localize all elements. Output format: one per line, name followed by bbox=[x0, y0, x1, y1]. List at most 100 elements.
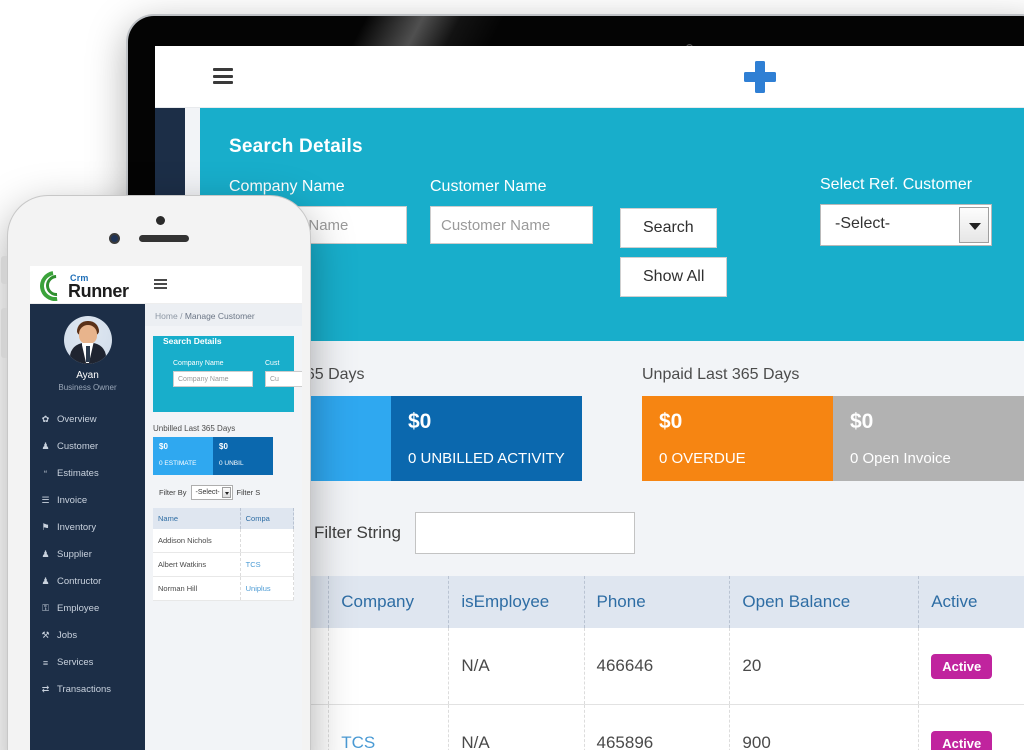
table-header-row: Name Company isEmployee Phone Open Balan… bbox=[200, 576, 1024, 628]
ref-customer-select[interactable]: -Select- bbox=[820, 204, 992, 246]
phone-filter-string-label: Filter S bbox=[236, 488, 261, 497]
phone-filter-by-select[interactable]: -Select- bbox=[190, 485, 233, 500]
screenshot-stage: Search Details Company Name Company Name… bbox=[0, 0, 1024, 750]
customer-name-label: Customer Name bbox=[430, 178, 547, 195]
exchange-icon: ⇄ bbox=[41, 684, 50, 694]
phone-search-title: Search Details bbox=[163, 336, 222, 346]
ref-customer-value: -Select- bbox=[835, 215, 891, 232]
phone-nav-list: ✿ Overview ♟ Customer “ Estimates ☰ Invo… bbox=[30, 406, 145, 703]
show-all-button[interactable]: Show All bbox=[620, 257, 728, 297]
dashboard-icon: ✿ bbox=[41, 414, 50, 424]
sidebar-item-customer[interactable]: ♟ Customer bbox=[30, 433, 145, 460]
sidebar-item-label: Transactions bbox=[57, 684, 112, 695]
lock-icon: ⚿ bbox=[42, 603, 49, 613]
stat-card-unbilled-activity[interactable]: $0 0 UNBILLED ACTIVITY bbox=[391, 396, 582, 481]
phone-screen: Crm Runner Ayan Business Owner ✿ Overvie… bbox=[30, 266, 302, 750]
quote-icon: “ bbox=[44, 468, 47, 479]
cell-company bbox=[328, 628, 450, 705]
phone-stats-title: Unbilled Last 365 Days bbox=[153, 424, 236, 433]
cell-isemployee: N/A bbox=[448, 704, 585, 750]
sidebar-item-employee[interactable]: ⚿ Employee bbox=[30, 595, 145, 622]
company-name-label: Company Name bbox=[229, 178, 345, 195]
stat-amount: $0 bbox=[219, 442, 228, 451]
hamburger-icon[interactable] bbox=[154, 279, 167, 289]
stat-amount: $0 bbox=[159, 442, 168, 451]
sidebar-item-supplier[interactable]: ♟ Supplier bbox=[30, 541, 145, 568]
stat-amount: $0 bbox=[850, 410, 874, 433]
breadcrumb-separator: / bbox=[180, 311, 183, 321]
logo-runner-text: Runner bbox=[68, 281, 129, 301]
phone-customer-input[interactable]: Cu bbox=[265, 371, 302, 387]
sidebar-item-overview[interactable]: ✿ Overview bbox=[30, 406, 145, 433]
avatar-tie bbox=[85, 346, 90, 362]
sidebar-item-contructor[interactable]: ♟ Contructor bbox=[30, 568, 145, 595]
hamburger-icon[interactable] bbox=[213, 68, 233, 84]
table-row[interactable]: Addison Nichols N/A 466646 20 Active bbox=[200, 628, 1024, 705]
stat-label: 0 UNBILLED ACTIVITY bbox=[408, 450, 565, 467]
phone-main-content: Home / Manage Customer Search Details Co… bbox=[145, 304, 302, 750]
status-badge[interactable]: Active bbox=[931, 730, 993, 750]
phone-column-header-name[interactable]: Name bbox=[153, 508, 241, 529]
search-button[interactable]: Search bbox=[620, 208, 717, 248]
cell-open-balance: 900 bbox=[729, 704, 920, 750]
status-badge[interactable]: Active bbox=[931, 653, 993, 679]
phone-customer-field-group: Cust Cu bbox=[265, 360, 302, 387]
stat-label: 0 UNBIL bbox=[219, 460, 244, 467]
phone-company-input[interactable]: Company Name bbox=[173, 371, 253, 387]
stat-card-open-invoice[interactable]: $0 0 Open Invoice bbox=[833, 396, 1024, 481]
sidebar-item-services[interactable]: ≡ Services bbox=[30, 649, 145, 676]
tablet-app-bar bbox=[155, 46, 1024, 108]
cell-active: Active bbox=[918, 704, 1024, 750]
column-header-phone[interactable]: Phone bbox=[584, 576, 731, 628]
stats-section: Unbilled Last 365 Days $0 0 ESTIMATE $0 … bbox=[200, 366, 1024, 481]
phone-filter-by-value: -Select- bbox=[195, 489, 220, 496]
chevron-down-icon[interactable] bbox=[959, 207, 989, 243]
phone-camera bbox=[109, 233, 120, 244]
stat-label: 0 ESTIMATE bbox=[159, 460, 197, 467]
sidebar-item-inventory[interactable]: ⚑ Inventory bbox=[30, 514, 145, 541]
phone-table-row[interactable]: Albert Watkins TCS bbox=[153, 552, 295, 577]
phone-filter-by-label: Filter By bbox=[159, 488, 187, 497]
user-name: Ayan bbox=[76, 370, 99, 381]
phone-filter-row: Filter By -Select- Filter S bbox=[159, 485, 302, 500]
stat-card-overdue[interactable]: $0 0 OVERDUE bbox=[642, 396, 833, 481]
chevron-down-icon[interactable] bbox=[221, 487, 231, 498]
breadcrumb-home[interactable]: Home bbox=[155, 311, 178, 321]
phone-stat-card-estimate[interactable]: $0 0 ESTIMATE bbox=[153, 437, 213, 475]
sidebar-item-label: Jobs bbox=[57, 630, 78, 641]
phone-column-header-company[interactable]: Compa bbox=[240, 508, 295, 529]
phone-search-details-panel: Search Details Company Name Company Name… bbox=[153, 336, 302, 412]
table-row[interactable]: Albert Watkins TCS N/A 465896 900 Active bbox=[200, 704, 1024, 750]
plus-icon[interactable] bbox=[743, 60, 777, 94]
sidebar-item-estimates[interactable]: “ Estimates bbox=[30, 460, 145, 487]
search-buttons-group: Search Show All bbox=[620, 208, 728, 297]
phone-stat-card-unbilled[interactable]: $0 0 UNBIL bbox=[213, 437, 273, 475]
column-header-company[interactable]: Company bbox=[328, 576, 450, 628]
phone-company-label: Company Name bbox=[173, 360, 224, 367]
user-icon: ♟ bbox=[41, 576, 50, 586]
phone-table-row[interactable]: Addison Nichols bbox=[153, 529, 295, 553]
sidebar-item-label: Overview bbox=[57, 414, 97, 425]
customer-name-input[interactable]: Customer Name bbox=[430, 206, 593, 244]
sidebar-item-invoice[interactable]: ☰ Invoice bbox=[30, 487, 145, 514]
phone-cell-name: Albert Watkins bbox=[153, 552, 241, 577]
filter-string-input[interactable] bbox=[414, 512, 635, 554]
stat-amount: $0 bbox=[659, 410, 683, 433]
phone-customer-table: Name Compa Addison Nichols Albert Watkin… bbox=[153, 508, 295, 601]
avatar-block: Ayan Business Owner bbox=[30, 304, 145, 392]
ref-customer-label: Select Ref. Customer bbox=[820, 176, 973, 193]
crm-runner-logo: Crm Runner bbox=[34, 266, 130, 307]
stats-group-title: Unpaid Last 365 Days bbox=[642, 366, 800, 383]
sidebar-item-jobs[interactable]: ⚒ Jobs bbox=[30, 622, 145, 649]
column-header-isemployee[interactable]: isEmployee bbox=[448, 576, 585, 628]
sidebar-item-label: Customer bbox=[57, 441, 99, 452]
column-header-open-balance[interactable]: Open Balance bbox=[729, 576, 920, 628]
sidebar-item-label: Invoice bbox=[57, 495, 88, 506]
avatar bbox=[63, 316, 112, 364]
cell-phone: 466646 bbox=[584, 628, 731, 705]
stat-amount: $0 bbox=[408, 410, 432, 433]
phone-table-row[interactable]: Norman Hill Uniplus bbox=[153, 576, 295, 601]
column-header-active[interactable]: Active bbox=[918, 576, 1024, 628]
phone-cell-company: TCS bbox=[240, 552, 295, 577]
sidebar-item-transactions[interactable]: ⇄ Transactions bbox=[30, 676, 145, 703]
